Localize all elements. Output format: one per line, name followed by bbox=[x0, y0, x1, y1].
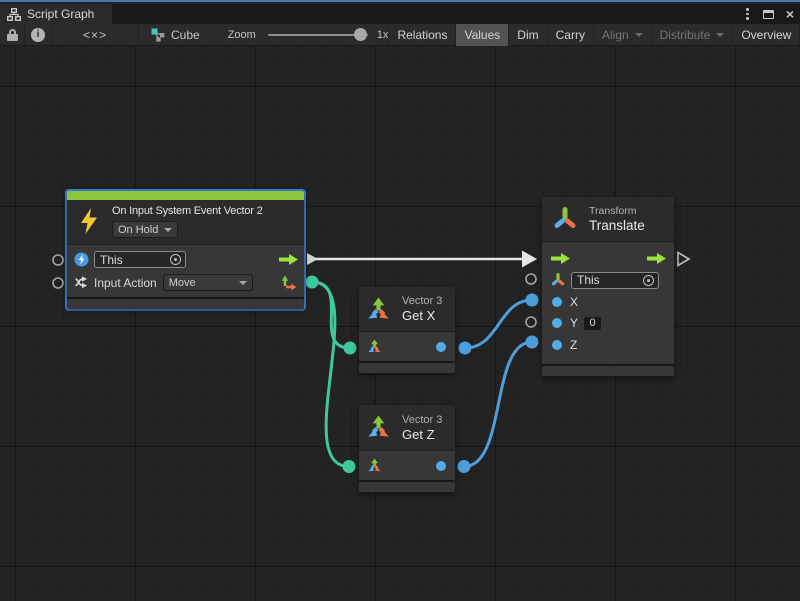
translate-node-title: Translate bbox=[589, 218, 645, 233]
chevron-down-icon bbox=[164, 228, 172, 232]
distribute-dropdown[interactable]: Distribute bbox=[651, 24, 733, 46]
zoom-slider[interactable] bbox=[268, 34, 368, 36]
translate-x-input-port[interactable] bbox=[552, 297, 562, 307]
getz-node-category: Vector 3 bbox=[402, 414, 442, 427]
wire-getz-to-z[interactable] bbox=[458, 336, 539, 474]
wire-control-flow[interactable] bbox=[307, 251, 537, 268]
vector3-input-port[interactable] bbox=[367, 458, 382, 473]
overview-button[interactable]: Overview bbox=[732, 24, 799, 46]
graph-breadcrumb-button[interactable]: Cube bbox=[139, 24, 212, 46]
port-translate-y-input[interactable] bbox=[526, 317, 536, 327]
graph-canvas[interactable]: On Input System Event Vector 2 On Hold bbox=[0, 46, 800, 601]
tab-title: Script Graph bbox=[27, 7, 94, 21]
port-translate-control-output[interactable] bbox=[678, 253, 689, 266]
relations-button[interactable]: Relations bbox=[388, 24, 455, 46]
chevron-down-icon bbox=[635, 33, 643, 37]
chevron-down-icon bbox=[239, 281, 247, 285]
wire-vector2-to-getz[interactable] bbox=[312, 282, 356, 473]
getx-node-footer bbox=[359, 363, 455, 373]
getx-float-output-port[interactable] bbox=[436, 342, 446, 352]
wire-vector2-to-getx[interactable] bbox=[306, 276, 357, 355]
code-preview-button[interactable]: <×> bbox=[52, 24, 138, 46]
zoom-label: Zoom bbox=[228, 29, 256, 41]
node-vector3-get-z[interactable]: Vector 3 Get Z bbox=[359, 405, 455, 492]
input-action-dropdown[interactable]: Move bbox=[163, 274, 253, 291]
target-picker-icon[interactable] bbox=[170, 254, 181, 265]
event-target-field[interactable]: This bbox=[94, 251, 186, 268]
getx-node-header[interactable]: Vector 3 Get X bbox=[359, 287, 455, 331]
lightning-bolt-icon bbox=[79, 208, 99, 234]
transform-input-port[interactable] bbox=[551, 273, 565, 287]
x-port-label: X bbox=[570, 295, 578, 309]
info-button[interactable]: i bbox=[25, 24, 51, 46]
control-output-port[interactable] bbox=[647, 253, 666, 264]
getz-node-footer bbox=[359, 482, 455, 492]
translate-y-input-port[interactable] bbox=[552, 318, 562, 328]
zoom-value: 1x bbox=[377, 29, 389, 41]
close-icon[interactable]: × bbox=[786, 7, 794, 21]
y-value-field[interactable]: 0 bbox=[583, 316, 602, 331]
transform-icon bbox=[552, 206, 578, 232]
translate-node-footer bbox=[542, 366, 674, 376]
graph-toolbar: i <×> Cube Zoom 1x Relations Values Dim … bbox=[0, 24, 800, 46]
maximize-icon[interactable] bbox=[763, 10, 774, 19]
graph-name: Cube bbox=[171, 28, 200, 42]
script-graph-icon bbox=[7, 8, 21, 21]
getx-node-category: Vector 3 bbox=[402, 295, 442, 308]
translate-node-header[interactable]: Transform Translate bbox=[542, 197, 674, 241]
align-dropdown[interactable]: Align bbox=[593, 24, 651, 46]
control-input-port[interactable] bbox=[551, 253, 570, 264]
port-translate-target-input[interactable] bbox=[526, 274, 536, 284]
node-vector3-get-x[interactable]: Vector 3 Get X bbox=[359, 287, 455, 373]
zoom-slider-handle[interactable] bbox=[354, 28, 367, 41]
toolbar-toggle-group: Relations Values Dim Carry Align Distrib… bbox=[388, 24, 800, 46]
window-menu-icon[interactable] bbox=[744, 6, 751, 22]
values-button[interactable]: Values bbox=[455, 24, 508, 46]
event-node-footer bbox=[67, 299, 304, 309]
node-on-input-system-event[interactable]: On Input System Event Vector 2 On Hold bbox=[67, 191, 304, 309]
script-graph-window: Script Graph × i <×> Cube bbox=[0, 0, 800, 601]
info-icon: i bbox=[31, 28, 45, 42]
node-transform-translate[interactable]: Transform Translate bbox=[542, 197, 674, 376]
getx-node-title: Get X bbox=[402, 308, 442, 323]
lock-button[interactable] bbox=[0, 24, 24, 46]
getz-float-output-port[interactable] bbox=[436, 461, 446, 471]
event-node-header[interactable]: On Input System Event Vector 2 On Hold bbox=[67, 200, 304, 244]
translate-target-field[interactable]: This bbox=[571, 272, 659, 289]
dim-button[interactable]: Dim bbox=[508, 24, 546, 46]
tab-script-graph[interactable]: Script Graph bbox=[0, 4, 112, 24]
vector2-output-port[interactable] bbox=[280, 274, 298, 291]
getz-node-title: Get Z bbox=[402, 427, 442, 442]
translate-node-category: Transform bbox=[589, 205, 645, 218]
translate-z-input-port[interactable] bbox=[552, 340, 562, 350]
player-input-icon bbox=[74, 252, 89, 267]
port-event-target-input[interactable] bbox=[53, 255, 63, 265]
z-port-label: Z bbox=[570, 338, 577, 352]
y-port-label: Y bbox=[570, 316, 578, 330]
input-action-icon bbox=[74, 275, 89, 290]
port-event-action-input[interactable] bbox=[53, 278, 63, 288]
input-action-label: Input Action bbox=[94, 276, 157, 290]
chevron-down-icon bbox=[716, 33, 724, 37]
vector3-icon bbox=[365, 414, 392, 441]
graph-asset-icon bbox=[151, 28, 165, 42]
lock-icon bbox=[7, 29, 18, 41]
carry-button[interactable]: Carry bbox=[547, 24, 593, 46]
target-picker-icon[interactable] bbox=[643, 275, 654, 286]
event-node-color-bar bbox=[67, 191, 304, 200]
event-mode-dropdown[interactable]: On Hold bbox=[112, 221, 178, 238]
tab-bar: Script Graph × bbox=[0, 4, 800, 24]
getz-node-header[interactable]: Vector 3 Get Z bbox=[359, 405, 455, 450]
control-output-port[interactable] bbox=[279, 254, 298, 265]
vector3-icon bbox=[365, 296, 392, 323]
vector3-input-port[interactable] bbox=[367, 339, 382, 354]
event-node-title: On Input System Event Vector 2 bbox=[112, 205, 263, 217]
